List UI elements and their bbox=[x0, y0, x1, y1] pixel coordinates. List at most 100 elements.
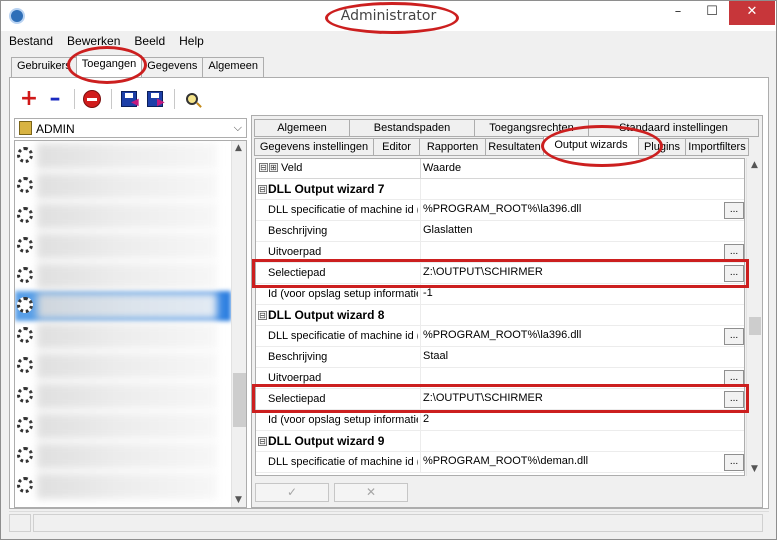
browse-button[interactable]: ... bbox=[724, 328, 744, 345]
collapse-icon[interactable]: ⊟ bbox=[258, 311, 267, 320]
browse-button[interactable]: ... bbox=[724, 202, 744, 219]
tab-gegevens-instellingen[interactable]: Gegevens instellingen bbox=[254, 138, 374, 156]
toegangen-highlight-oval bbox=[67, 46, 147, 84]
close-button[interactable]: ✕ bbox=[729, 1, 775, 25]
maximize-button[interactable]: ☐ bbox=[695, 1, 729, 25]
item-tree: ▲ ▼ bbox=[14, 140, 247, 508]
tree-item[interactable] bbox=[15, 201, 232, 231]
import-button[interactable]: ◀ bbox=[117, 88, 141, 110]
tree-item[interactable] bbox=[15, 141, 232, 171]
grid-section-row[interactable]: ⊟ DLL Output wizard 8 bbox=[256, 305, 744, 326]
property-value[interactable]: %PROGRAM_ROOT%\la396.dll bbox=[423, 329, 581, 341]
property-value[interactable]: Glaslatten bbox=[423, 224, 473, 236]
scroll-down-icon[interactable]: ▼ bbox=[235, 495, 242, 505]
tree-item[interactable] bbox=[15, 471, 232, 501]
blurred-item-label bbox=[37, 263, 217, 289]
property-name: Id (voor opslag setup informatie bbox=[268, 288, 418, 300]
collapse-all-icon[interactable]: ⊟ bbox=[259, 163, 268, 172]
tree-item[interactable] bbox=[15, 381, 232, 411]
tab-algemeen-settings[interactable]: Algemeen bbox=[254, 119, 350, 137]
tree-item[interactable] bbox=[15, 291, 232, 321]
tab-rapporten[interactable]: Rapporten bbox=[419, 138, 486, 156]
remove-button[interactable]: – bbox=[43, 88, 67, 110]
property-name: DLL Output wizard 9 bbox=[268, 434, 385, 448]
scroll-up-icon[interactable]: ▲ bbox=[235, 143, 242, 153]
blurred-item-label bbox=[37, 173, 217, 199]
tab-algemeen[interactable]: Algemeen bbox=[202, 57, 264, 77]
user-select[interactable]: ADMIN ⌵ bbox=[14, 118, 247, 138]
property-name: DLL specificatie of machine id (t bbox=[268, 204, 418, 216]
grid-header-icons: ⊟ ⊞ bbox=[259, 163, 278, 172]
property-name: DLL Output wizard 7 bbox=[268, 182, 385, 196]
tree-item[interactable] bbox=[15, 171, 232, 201]
menu-beeld[interactable]: Beeld bbox=[134, 34, 165, 52]
tab-bestandspaden[interactable]: Bestandspaden bbox=[349, 119, 475, 137]
collapse-icon[interactable]: ⊟ bbox=[258, 185, 267, 194]
property-value[interactable]: %PROGRAM_ROOT%\deman.dll bbox=[423, 455, 588, 467]
scroll-up-icon[interactable]: ▲ bbox=[751, 160, 758, 170]
property-value[interactable]: -1 bbox=[423, 287, 433, 299]
tree-item[interactable] bbox=[15, 231, 232, 261]
grid-property-row[interactable]: DLL specificatie of machine id (t %PROGRA… bbox=[256, 326, 744, 347]
tree-item[interactable] bbox=[15, 441, 232, 471]
gear-icon bbox=[17, 387, 33, 403]
grid-property-row[interactable]: Beschrijving Glaslatten bbox=[256, 221, 744, 242]
tab-resultaten[interactable]: Resultaten bbox=[485, 138, 544, 156]
delete-button[interactable] bbox=[80, 88, 104, 110]
menu-bestand[interactable]: Bestand bbox=[9, 34, 53, 52]
tree-item[interactable] bbox=[15, 261, 232, 291]
property-value[interactable]: %PROGRAM_ROOT%\la396.dll bbox=[423, 203, 581, 215]
column-divider bbox=[420, 305, 421, 326]
tree-scrollbar[interactable]: ▲ ▼ bbox=[231, 141, 246, 507]
grid-scrollbar[interactable]: ▲ ▼ bbox=[746, 158, 762, 476]
confirm-button[interactable]: ✓ bbox=[255, 483, 329, 502]
add-button[interactable]: + bbox=[17, 88, 41, 110]
tree-item[interactable] bbox=[15, 321, 232, 351]
property-value[interactable]: Staal bbox=[423, 350, 448, 362]
grid-property-row[interactable]: DLL specificatie of machine id (t %PROGRA… bbox=[256, 452, 744, 473]
status-segment bbox=[9, 514, 31, 532]
settings-tabs-row1: Algemeen Bestandspaden Toegangsrechten S… bbox=[254, 119, 759, 137]
scroll-down-icon[interactable]: ▼ bbox=[751, 464, 758, 474]
column-divider bbox=[420, 410, 421, 431]
gear-icon bbox=[17, 147, 33, 163]
grid-scroll-thumb[interactable] bbox=[749, 317, 761, 335]
tab-importfilters[interactable]: Importfilters bbox=[685, 138, 749, 156]
gear-icon bbox=[17, 177, 33, 193]
expand-all-icon[interactable]: ⊞ bbox=[269, 163, 278, 172]
menu-help[interactable]: Help bbox=[179, 34, 204, 52]
cancel-button[interactable]: ✕ bbox=[334, 483, 408, 502]
blurred-item-label bbox=[37, 443, 217, 469]
collapse-icon[interactable]: ⊟ bbox=[258, 437, 267, 446]
minimize-button[interactable]: – bbox=[661, 1, 695, 25]
property-grid: ⊟ ⊞ Veld Waarde ⊟ DLL Output wizard 7 DLL … bbox=[255, 158, 745, 476]
tree-item[interactable] bbox=[15, 411, 232, 441]
property-name: Beschrijving bbox=[268, 225, 328, 237]
tab-editor[interactable]: Editor bbox=[373, 138, 420, 156]
search-button[interactable] bbox=[180, 88, 204, 110]
gear-icon bbox=[17, 237, 33, 253]
grid-property-row[interactable]: Beschrijving Staal bbox=[256, 347, 744, 368]
property-name: Uitvoerpad bbox=[268, 246, 322, 258]
toolbar: + – ◀ ▶ bbox=[17, 87, 206, 111]
property-name: Uitvoerpad bbox=[268, 372, 322, 384]
grid-property-row[interactable]: Id (voor opslag setup informatie 2 bbox=[256, 410, 744, 431]
browse-button[interactable]: ... bbox=[724, 454, 744, 471]
blurred-item-label bbox=[37, 413, 217, 439]
grid-header: ⊟ ⊞ Veld Waarde bbox=[256, 159, 744, 179]
gear-icon bbox=[17, 297, 33, 313]
blurred-item-label bbox=[37, 353, 217, 379]
save-export-icon: ▶ bbox=[147, 91, 165, 108]
gear-icon bbox=[17, 447, 33, 463]
column-divider bbox=[420, 159, 421, 179]
property-value[interactable]: 2 bbox=[423, 413, 429, 425]
grid-section-row[interactable]: ⊟ DLL Output wizard 9 bbox=[256, 431, 744, 452]
property-name: DLL Output wizard 8 bbox=[268, 308, 385, 322]
export-button[interactable]: ▶ bbox=[143, 88, 167, 110]
grid-section-row[interactable]: ⊟ DLL Output wizard 7 bbox=[256, 179, 744, 200]
gear-icon bbox=[17, 417, 33, 433]
tree-item[interactable] bbox=[15, 351, 232, 381]
grid-property-row[interactable]: DLL specificatie of machine id (t %PROGRA… bbox=[256, 200, 744, 221]
tab-gegevens[interactable]: Gegevens bbox=[141, 57, 204, 77]
tree-scroll-thumb[interactable] bbox=[233, 373, 246, 427]
